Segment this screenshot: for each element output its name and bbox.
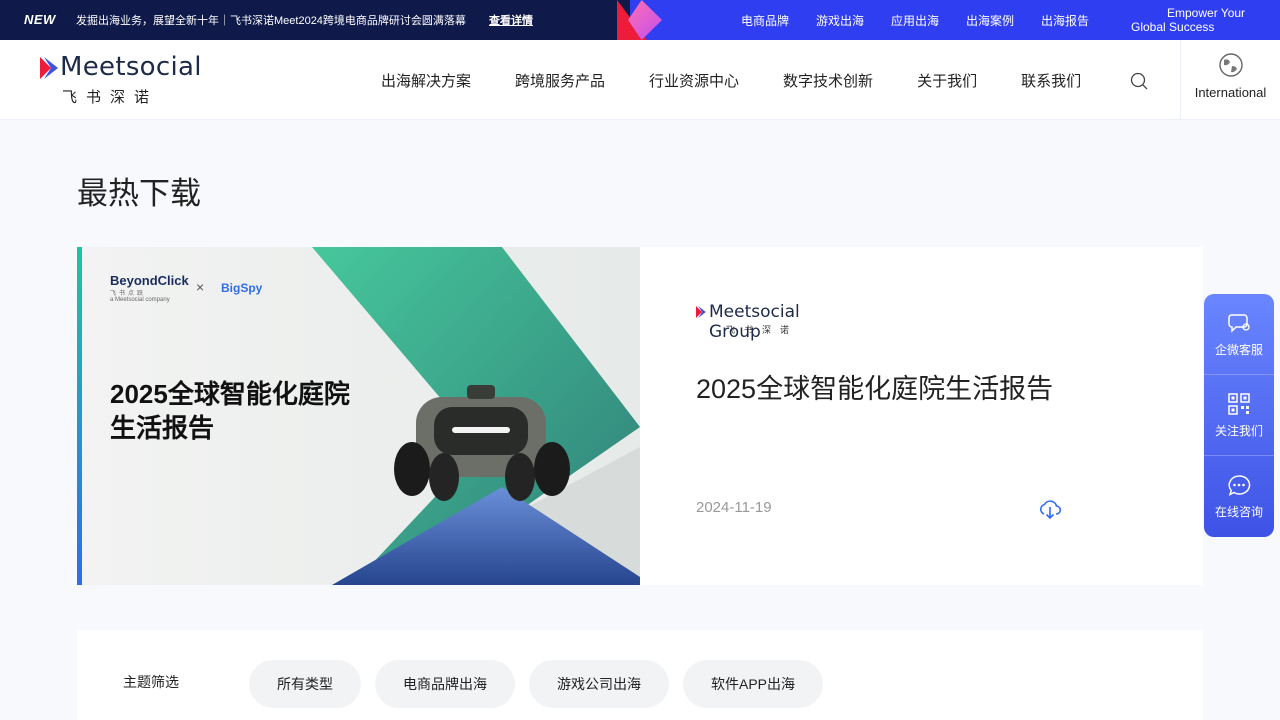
slogan-line-1: Empower Your	[1167, 6, 1246, 20]
nav-technology[interactable]: 数字技术创新	[783, 70, 873, 91]
filter-chip-games[interactable]: 游戏公司出海	[529, 660, 669, 708]
filter-chip-all[interactable]: 所有类型	[249, 660, 361, 708]
report-title[interactable]: 2025全球智能化庭院生活报告	[696, 367, 1053, 406]
logo-cn: 飞书深诺	[62, 89, 159, 106]
main-header: Meetsocial 飞书深诺 出海解决方案 跨境服务产品 行业资源中心 数字技…	[0, 40, 1280, 120]
cover-brand-beyondclick-sub: a Meetsocial company	[110, 297, 170, 303]
report-info: Meetsocial Group 飞书深诺 2025全球智能化庭院生活报告 20…	[640, 247, 1203, 585]
side-item-online-consult[interactable]: 在线咨询	[1204, 456, 1274, 537]
filter-chip-ecommerce[interactable]: 电商品牌出海	[375, 660, 515, 708]
topic-filter: 主题筛选 所有类型 电商品牌出海 游戏公司出海 软件APP出海	[77, 630, 1203, 720]
search-icon[interactable]	[1129, 71, 1149, 91]
nav-solutions[interactable]: 出海解决方案	[381, 70, 471, 91]
side-item-follow-us[interactable]: 关注我们	[1204, 375, 1274, 456]
nav-about[interactable]: 关于我们	[917, 70, 977, 91]
group-logo-cn: 飞书深诺	[726, 325, 799, 335]
qr-code-icon	[1228, 393, 1250, 415]
site-logo[interactable]: Meetsocial 飞书深诺	[40, 52, 202, 106]
filter-chip-apps[interactable]: 软件APP出海	[683, 660, 824, 708]
topbar-link-cases[interactable]: 出海案例	[966, 12, 1041, 29]
new-badge: NEW	[24, 12, 56, 27]
nav-products[interactable]: 跨境服务产品	[515, 70, 605, 91]
side-item-label: 在线咨询	[1214, 505, 1263, 519]
nav-resources[interactable]: 行业资源中心	[649, 70, 739, 91]
logo-mark-icon	[40, 57, 58, 79]
floating-contact-panel: 企微客服 关注我们 在线咨询	[1204, 294, 1274, 537]
topbar-links: 电商品牌 游戏出海 应用出海 出海案例 出海报告	[741, 12, 1116, 29]
announcement-bar: NEW 发掘出海业务，展望全新十年｜飞书深诺Meet2024跨境电商品牌研讨会圆…	[0, 0, 1280, 40]
main-nav: 出海解决方案 跨境服务产品 行业资源中心 数字技术创新 关于我们 联系我们	[381, 70, 1125, 91]
side-item-label: 企微客服	[1214, 343, 1263, 357]
topbar-link-reports[interactable]: 出海报告	[1041, 12, 1116, 29]
topbar-link-ecommerce[interactable]: 电商品牌	[741, 12, 816, 29]
cover-brand-bigspy: BigSpy	[221, 281, 263, 295]
chat-service-icon	[1228, 314, 1250, 333]
international-switch[interactable]: International	[1180, 40, 1280, 120]
cover-title: 2025全球智能化庭院 生活报告	[110, 377, 410, 445]
logo-wordmark: Meetsocial	[60, 52, 202, 82]
topbar-link-games[interactable]: 游戏出海	[816, 12, 891, 29]
group-logo-mark-icon	[696, 306, 706, 318]
report-date: 2024-11-19	[696, 499, 772, 516]
slogan: Empower Your Global Success	[1131, 6, 1256, 34]
cover-brand-beyondclick-cn: 飞书点跃	[110, 291, 147, 297]
report-cover-image[interactable]: BeyondClick 飞书点跃 a Meetsocial company × …	[82, 247, 640, 585]
meetsocial-group-logo: Meetsocial Group 飞书深诺	[696, 302, 856, 342]
group-logo-word: Meetsocial Group	[709, 302, 800, 342]
cover-brand-beyondclick: BeyondClick 飞书点跃 a Meetsocial company	[110, 273, 189, 303]
cover-separator: ×	[196, 279, 205, 295]
topbar-link-apps[interactable]: 应用出海	[891, 12, 966, 29]
cover-title-line-2: 生活报告	[110, 413, 215, 443]
filter-chips: 所有类型 电商品牌出海 游戏公司出海 软件APP出海	[249, 660, 824, 708]
message-icon	[1228, 475, 1251, 496]
announcement-details-link[interactable]: 查看详情	[489, 12, 533, 28]
cover-brand-beyondclick-name: BeyondClick	[110, 273, 189, 288]
globe-icon	[1218, 53, 1243, 77]
featured-report-card[interactable]: BeyondClick 飞书点跃 a Meetsocial company × …	[77, 247, 1203, 585]
side-item-label: 关注我们	[1214, 424, 1263, 438]
international-label: International	[1194, 85, 1267, 100]
announcement-text[interactable]: 发掘出海业务，展望全新十年｜飞书深诺Meet2024跨境电商品牌研讨会圆满落幕	[76, 12, 466, 28]
nav-contact[interactable]: 联系我们	[1021, 70, 1081, 91]
filter-label: 主题筛选	[123, 674, 179, 690]
cover-title-line-1: 2025全球智能化庭院	[110, 379, 350, 409]
page-title: 最热下载	[77, 176, 201, 211]
side-item-wecom-service[interactable]: 企微客服	[1204, 294, 1274, 375]
slogan-line-2: Global Success	[1131, 20, 1215, 34]
cloud-download-icon[interactable]	[1038, 498, 1062, 520]
